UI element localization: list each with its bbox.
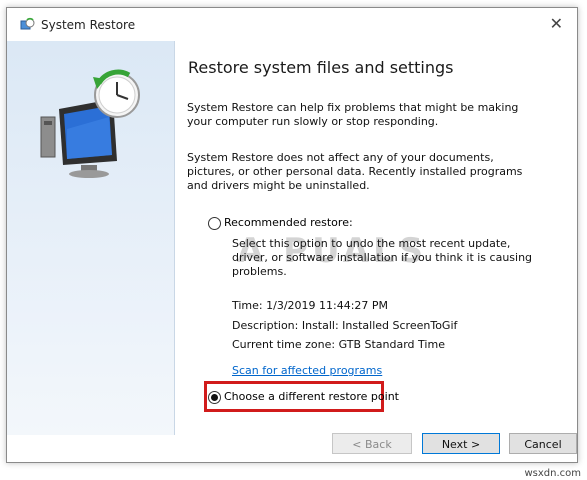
scan-affected-programs-link[interactable]: Scan for affected programs bbox=[232, 364, 382, 377]
recommended-restore-label: Recommended restore: bbox=[224, 216, 353, 229]
system-restore-window: System Restore ✕ Restore system files an… bbox=[6, 7, 578, 463]
restore-description: Description: Install: Installed ScreenTo… bbox=[232, 319, 458, 332]
sidebar-panel bbox=[7, 41, 175, 435]
watermark-logo: A PUALS bbox=[237, 231, 428, 271]
next-button[interactable]: Next > bbox=[422, 433, 500, 454]
site-credit: wsxdn.com bbox=[524, 468, 581, 479]
different-restore-point-option[interactable]: Choose a different restore point bbox=[208, 390, 399, 406]
different-restore-point-radio[interactable] bbox=[208, 390, 221, 404]
different-restore-point-label: Choose a different restore point bbox=[224, 390, 399, 403]
system-restore-icon bbox=[19, 17, 35, 33]
title-bar: System Restore ✕ bbox=[7, 8, 577, 41]
intro-paragraph: System Restore can help fix problems tha… bbox=[187, 101, 519, 128]
button-bar: < Back Next > Cancel bbox=[7, 433, 577, 463]
restore-timezone: Current time zone: GTB Standard Time bbox=[232, 338, 445, 351]
close-icon[interactable]: ✕ bbox=[550, 14, 563, 34]
info-paragraph: System Restore does not affect any of yo… bbox=[187, 151, 523, 192]
recommended-restore-radio[interactable] bbox=[208, 216, 221, 230]
window-title: System Restore bbox=[41, 18, 136, 32]
back-button[interactable]: < Back bbox=[332, 433, 412, 454]
restore-time: Time: 1/3/2019 11:44:27 PM bbox=[232, 299, 389, 312]
restore-clock-monitor-icon bbox=[39, 69, 149, 183]
cancel-button[interactable]: Cancel bbox=[509, 433, 577, 454]
page-title: Restore system files and settings bbox=[188, 58, 454, 77]
recommended-restore-option[interactable]: Recommended restore: bbox=[208, 216, 353, 232]
